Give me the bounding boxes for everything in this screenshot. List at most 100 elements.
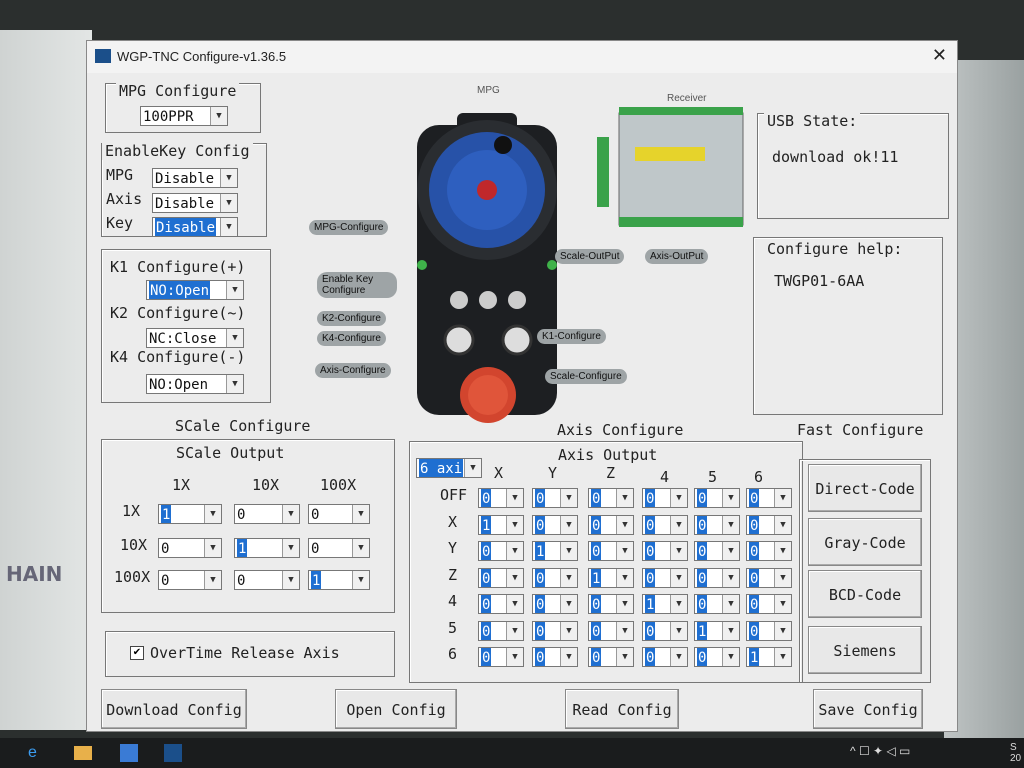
scale-row-10x: 10X — [120, 536, 148, 554]
photo-background-left — [0, 30, 92, 730]
axis-output-select[interactable]: 1 ▼ — [532, 541, 578, 561]
k1-config-select[interactable]: NO:Open ▼ — [146, 280, 244, 300]
axis-output-select[interactable]: 0 ▼ — [532, 594, 578, 614]
k2-config-select[interactable]: NC:Close ▼ — [146, 328, 244, 348]
k4-config-select[interactable]: NO:Open ▼ — [146, 374, 244, 394]
axis-output-select[interactable]: 0 ▼ — [694, 514, 740, 535]
scale-configure-title: SCale Configure — [175, 417, 311, 435]
axis-output-select[interactable]: 0 ▼ — [532, 647, 578, 667]
k2-configure-callout: K2-Configure — [317, 311, 386, 326]
axis-output-select[interactable]: 0 ▼ — [746, 488, 792, 508]
mpg-ppr-select[interactable]: 100PPR ▼ — [140, 106, 228, 126]
read-config-button[interactable]: Read Config — [565, 689, 679, 729]
axis-row-label: X — [448, 512, 458, 531]
scale-select[interactable]: 1 ▼ — [308, 570, 370, 590]
enablekey-axis-label: Axis — [106, 190, 143, 208]
wgp-tnc-taskbar-icon[interactable] — [164, 744, 182, 762]
axis-output-select[interactable]: 0 ▼ — [746, 594, 792, 614]
folder-icon[interactable] — [74, 746, 92, 760]
chevron-down-icon: ▼ — [722, 621, 739, 640]
scale-select[interactable]: 1 ▼ — [234, 538, 300, 558]
download-config-button[interactable]: Download Config — [101, 689, 247, 729]
scale-select[interactable]: 0 ▼ — [308, 504, 370, 524]
app-icon — [95, 49, 111, 63]
scale-select[interactable]: 0 ▼ — [158, 538, 222, 558]
chevron-down-icon: ▼ — [722, 542, 739, 560]
axis-output-select[interactable]: 0 ▼ — [642, 514, 688, 535]
gray-code-button[interactable]: Gray-Code — [808, 518, 922, 566]
axis-output-select[interactable]: 0 ▼ — [478, 594, 524, 614]
axis-configure-group: Axis Output 6 axi ▼ X Y Z 4 5 6 OFF 0 ▼ 0 ▼ 0 ▼… — [409, 441, 803, 683]
axis-output-select[interactable]: 0 ▼ — [642, 488, 688, 508]
axis-output-select[interactable]: 0 ▼ — [532, 620, 578, 641]
axis-output-select[interactable]: 0 ▼ — [642, 567, 688, 588]
axis-output-select[interactable]: 0 ▼ — [478, 567, 524, 588]
axis-output-select[interactable]: 0 ▼ — [478, 541, 524, 561]
axis-output-select[interactable]: 0 ▼ — [588, 514, 634, 535]
enablekey-mpg-select[interactable]: Disable ▼ — [152, 168, 238, 188]
open-config-button[interactable]: Open Config — [335, 689, 457, 729]
axis-output-select[interactable]: 0 ▼ — [694, 488, 740, 508]
axis-output-select[interactable]: 0 ▼ — [746, 620, 792, 641]
axis-output-select[interactable]: 0 ▼ — [694, 594, 740, 614]
axis-output-select[interactable]: 1 ▼ — [478, 514, 524, 535]
chevron-down-icon: ▼ — [616, 595, 633, 613]
axis-output-select[interactable]: 0 ▼ — [478, 647, 524, 667]
axis-output-select[interactable]: 0 ▼ — [746, 567, 792, 588]
chevron-down-icon: ▼ — [506, 489, 523, 507]
direct-code-button[interactable]: Direct-Code — [808, 464, 922, 512]
scale-select[interactable]: 0 ▼ — [308, 538, 370, 558]
bcd-code-button[interactable]: BCD-Code — [808, 570, 922, 618]
title-bar: WGP-TNC Configure-v1.36.5 ✕ — [87, 41, 957, 73]
axis-output-select[interactable]: 0 ▼ — [532, 514, 578, 535]
axis-output-select[interactable]: 0 ▼ — [746, 514, 792, 535]
axis-output-select[interactable]: 0 ▼ — [532, 567, 578, 588]
axis-output-select[interactable]: 0 ▼ — [642, 647, 688, 667]
system-tray[interactable]: ^ ☐ ✦ ◁ ▭ — [850, 744, 910, 758]
axis-output-select[interactable]: 0 ▼ — [588, 594, 634, 614]
axis-output-select[interactable]: 0 ▼ — [642, 620, 688, 641]
axis-row-label: Z — [448, 565, 458, 584]
axis-output-select[interactable]: 0 ▼ — [478, 488, 524, 508]
scale-select[interactable]: 1 ▼ — [158, 504, 222, 524]
siemens-button[interactable]: Siemens — [808, 626, 922, 674]
chevron-down-icon: ▼ — [220, 194, 237, 212]
fast-configure-title: Fast Configure — [797, 421, 924, 439]
close-icon[interactable]: ✕ — [932, 45, 947, 66]
axis-output-select[interactable]: 0 ▼ — [642, 541, 688, 561]
axis-output-select[interactable]: 0 ▼ — [588, 488, 634, 508]
scale-select[interactable]: 0 ▼ — [234, 504, 300, 524]
scale-select[interactable]: 0 ▼ — [234, 570, 300, 590]
axis-output-select[interactable]: 0 ▼ — [694, 647, 740, 667]
overtime-group: ✔ OverTime Release Axis — [105, 631, 395, 677]
chevron-down-icon: ▼ — [226, 329, 243, 347]
axis-output-select[interactable]: 0 ▼ — [694, 567, 740, 588]
axis-row-label: OFF — [440, 486, 468, 504]
scale-configure-callout: Scale-Configure — [545, 369, 627, 384]
axis-output-select[interactable]: 0 ▼ — [478, 620, 524, 641]
axis-output-select[interactable]: 1 ▼ — [588, 567, 634, 588]
axis-output-select[interactable]: 1 ▼ — [642, 594, 688, 614]
scale-configure-group: SCale Output 1X 10X 100X 1X 1 ▼ 0 ▼ 0 ▼ 10X… — [101, 439, 395, 613]
overtime-checkbox[interactable]: ✔ — [130, 646, 144, 660]
axis-output-select[interactable]: 1 ▼ — [746, 647, 792, 667]
chevron-down-icon: ▼ — [616, 542, 633, 560]
axis-output-select[interactable]: 0 ▼ — [532, 488, 578, 508]
store-icon[interactable] — [120, 744, 138, 762]
edge-icon[interactable]: e — [28, 744, 46, 762]
axis-count-select[interactable]: 6 axi ▼ — [416, 458, 482, 478]
axis-output-select[interactable]: 0 ▼ — [588, 620, 634, 641]
chevron-down-icon: ▼ — [670, 489, 687, 507]
enablekey-key-select[interactable]: Disable ▼ — [152, 217, 238, 237]
axis-output-select[interactable]: 0 ▼ — [588, 647, 634, 667]
axis-output-select[interactable]: 0 ▼ — [588, 541, 634, 561]
save-config-button[interactable]: Save Config — [813, 689, 923, 729]
axis-output-select[interactable]: 0 ▼ — [746, 541, 792, 561]
scale-select[interactable]: 0 ▼ — [158, 570, 222, 590]
chevron-down-icon: ▼ — [774, 595, 791, 613]
chevron-down-icon: ▼ — [560, 542, 577, 560]
chevron-down-icon: ▼ — [506, 621, 523, 640]
axis-output-select[interactable]: 1 ▼ — [694, 620, 740, 641]
enablekey-axis-select[interactable]: Disable ▼ — [152, 193, 238, 213]
axis-output-select[interactable]: 0 ▼ — [694, 541, 740, 561]
